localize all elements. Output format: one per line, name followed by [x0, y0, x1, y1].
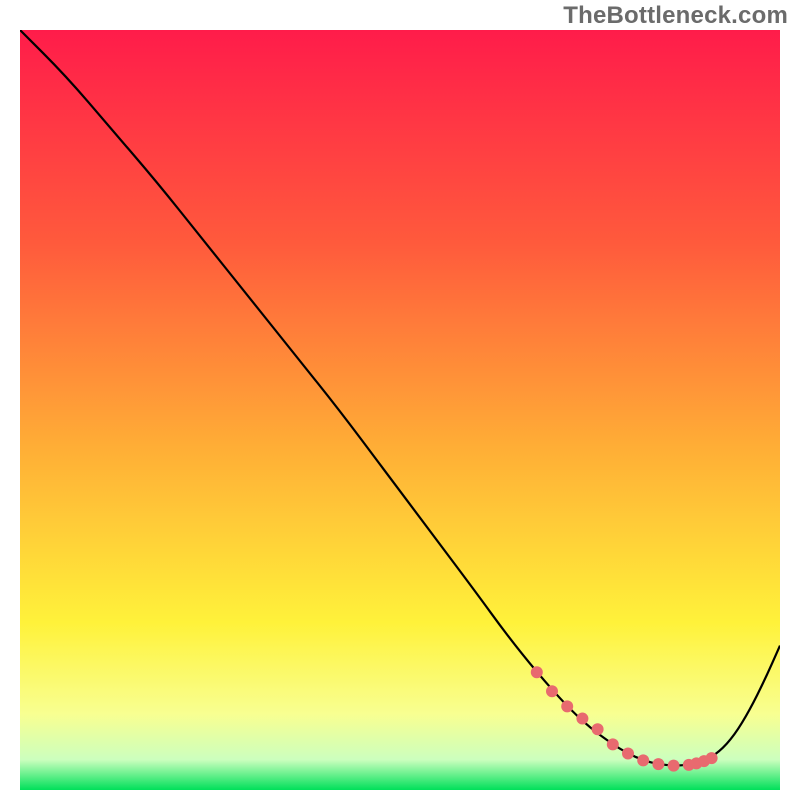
- valley-marker-dot: [576, 713, 588, 725]
- valley-marker-dot: [668, 760, 680, 772]
- valley-marker-dot: [706, 752, 718, 764]
- valley-marker-dot: [546, 685, 558, 697]
- chart-svg: [20, 30, 780, 790]
- watermark-text: TheBottleneck.com: [563, 2, 788, 30]
- valley-marker-dot: [607, 738, 619, 750]
- valley-marker-dot: [637, 754, 649, 766]
- chart-container: TheBottleneck.com: [0, 0, 800, 800]
- gradient-background: [20, 30, 780, 790]
- valley-marker-dot: [652, 758, 664, 770]
- valley-marker-dot: [561, 700, 573, 712]
- valley-marker-dot: [592, 723, 604, 735]
- valley-marker-dot: [622, 748, 634, 760]
- plot-area: [20, 30, 780, 790]
- valley-marker-dot: [531, 666, 543, 678]
